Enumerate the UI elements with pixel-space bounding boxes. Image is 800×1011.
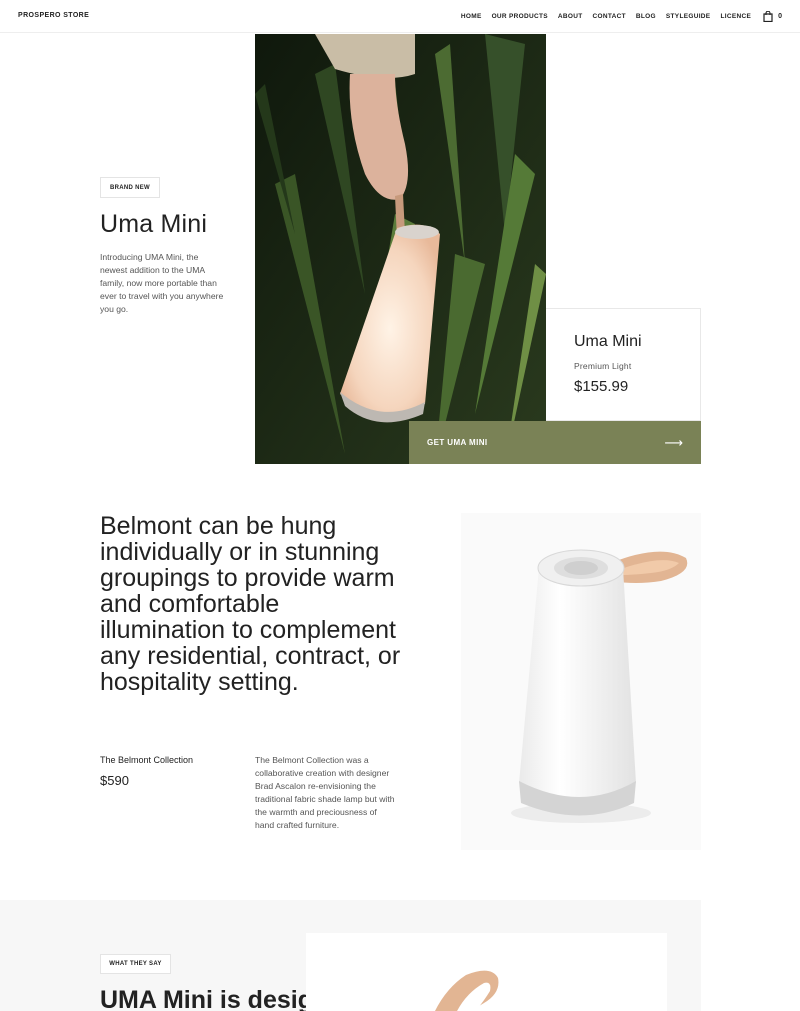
lamp-strap-image bbox=[306, 933, 667, 1011]
lamp-in-hand-image bbox=[255, 34, 546, 464]
belmont-quote: Belmont can be hung individually or in s… bbox=[100, 512, 401, 696]
white-lamp-photo bbox=[461, 513, 701, 850]
white-lamp-image bbox=[461, 513, 701, 850]
site-header: PROSPERO STORE HOME OUR PRODUCTS ABOUT C… bbox=[0, 0, 800, 33]
collection-description: The Belmont Collection was a collaborati… bbox=[255, 755, 395, 830]
hero-title: Uma Mini bbox=[100, 210, 208, 238]
product-card-title: Uma Mini bbox=[574, 333, 642, 350]
nav-blog[interactable]: BLOG bbox=[636, 13, 656, 20]
nav-home[interactable]: HOME bbox=[461, 13, 482, 20]
nav-styleguide[interactable]: STYLEGUIDE bbox=[666, 13, 711, 20]
arrow-right-icon: ⟶ bbox=[664, 434, 683, 450]
nav-our-products[interactable]: OUR PRODUCTS bbox=[492, 13, 548, 20]
nav-licence[interactable]: LICENCE bbox=[720, 13, 751, 20]
product-card-price: $155.99 bbox=[574, 378, 629, 395]
testimonial-product-photo bbox=[306, 933, 667, 1011]
cta-label: GET UMA MINI bbox=[427, 438, 488, 447]
hero-description: Introducing UMA Mini, the newest additio… bbox=[100, 252, 224, 314]
what-they-say-badge: WHAT THEY SAY bbox=[100, 954, 171, 974]
get-uma-mini-button[interactable]: GET UMA MINI ⟶ bbox=[409, 421, 701, 464]
collection-price: $590 bbox=[100, 773, 129, 788]
collection-name: The Belmont Collection bbox=[100, 755, 194, 765]
product-card-subtitle: Premium Light bbox=[574, 361, 632, 371]
brand-logo-link[interactable]: PROSPERO STORE bbox=[18, 12, 89, 19]
cart-count: 0 bbox=[778, 13, 782, 20]
brand-new-badge: BRAND NEW bbox=[100, 177, 160, 198]
nav-about[interactable]: ABOUT bbox=[558, 13, 583, 20]
cart-button[interactable]: 0 bbox=[763, 11, 782, 22]
product-card: Uma Mini Premium Light $155.99 bbox=[546, 308, 701, 421]
main-nav: HOME OUR PRODUCTS ABOUT CONTACT BLOG STY… bbox=[461, 0, 800, 33]
nav-contact[interactable]: CONTACT bbox=[593, 13, 626, 20]
shopping-bag-icon bbox=[763, 11, 773, 22]
hero-product-photo bbox=[255, 34, 546, 464]
